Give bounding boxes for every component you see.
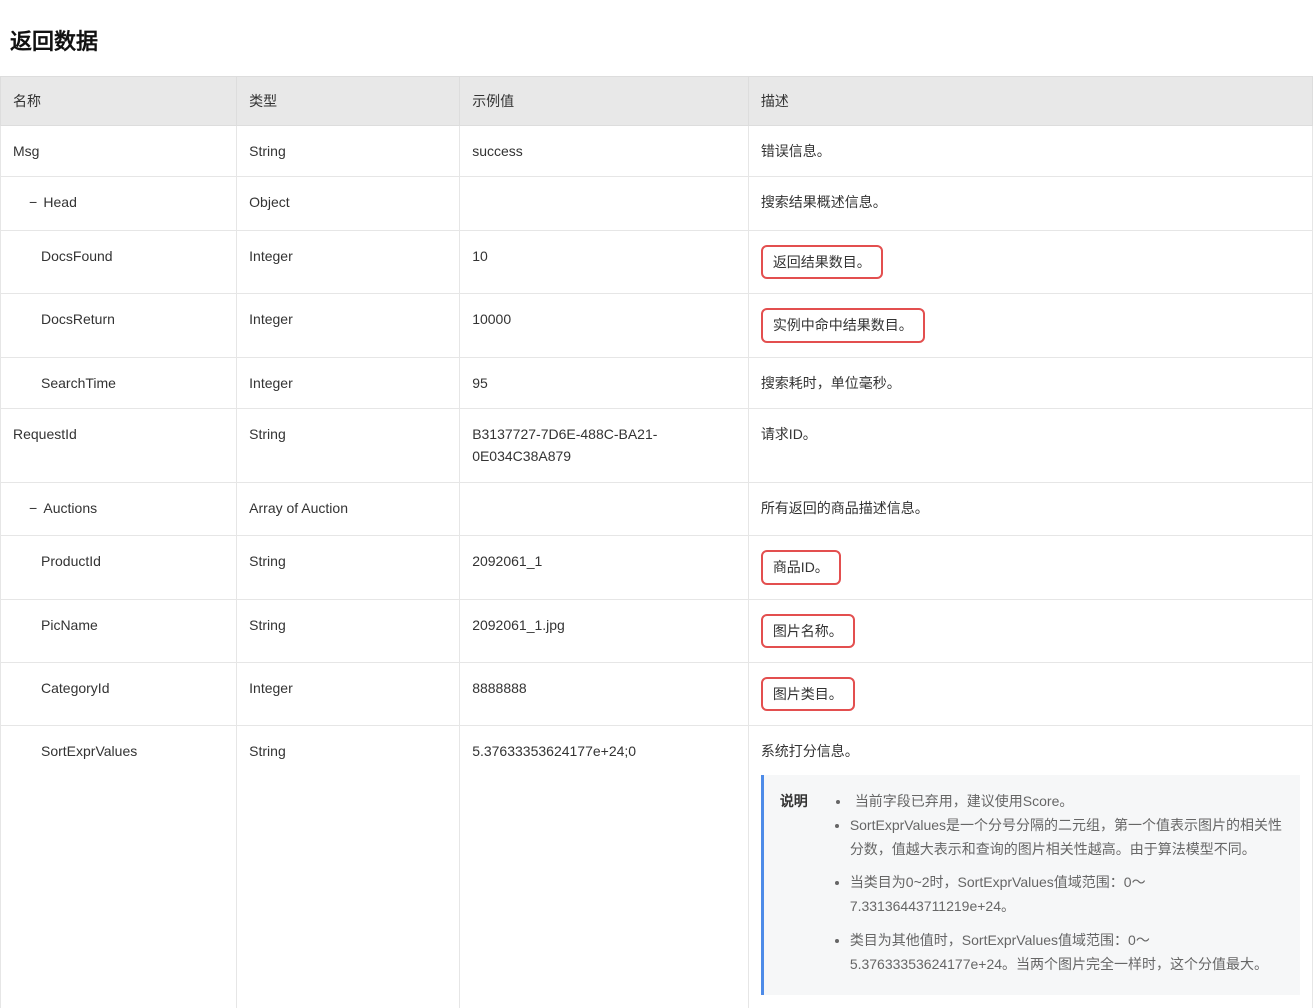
cell-name: SearchTime [1, 357, 237, 408]
row-requestid: RequestId String B3137727-7D6E-488C-BA21… [1, 408, 1313, 482]
cell-example [460, 177, 749, 230]
cell-type: String [237, 536, 460, 599]
cell-name: −Auctions [1, 482, 237, 535]
th-desc: 描述 [748, 77, 1312, 126]
cell-name: RequestId [1, 408, 237, 482]
note-bullet: 当类目为0~2时，SortExprValues值域范围：0～7.33136443… [850, 871, 1284, 919]
note-box: 说明 当前字段已弃用，建议使用Score。 SortExprValues是一个分… [761, 775, 1300, 995]
row-picname: PicName String 2092061_1.jpg 图片名称。 [1, 599, 1313, 662]
row-msg: Msg String success 错误信息。 [1, 126, 1313, 177]
note-bullet: 类目为其他值时，SortExprValues值域范围：0～5.376333536… [850, 929, 1284, 977]
th-example: 示例值 [460, 77, 749, 126]
row-head: −Head Object 搜索结果概述信息。 [1, 177, 1313, 230]
cell-example: 2092061_1 [460, 536, 749, 599]
cell-desc: 图片名称。 [748, 599, 1312, 662]
cell-example: success [460, 126, 749, 177]
cell-desc: 错误信息。 [748, 126, 1312, 177]
cell-desc: 搜索结果概述信息。 [748, 177, 1312, 230]
th-name: 名称 [1, 77, 237, 126]
return-data-table: 名称 类型 示例值 描述 Msg String success 错误信息。 −H… [0, 76, 1313, 1008]
note-label: 说明 [780, 789, 808, 814]
cell-name: CategoryId [1, 662, 237, 725]
cell-desc: 商品ID。 [748, 536, 1312, 599]
cell-type: String [237, 599, 460, 662]
cell-example: 5.37633353624177e+24;0 [460, 726, 749, 1008]
cell-example: 10000 [460, 294, 749, 357]
cell-desc: 实例中命中结果数目。 [748, 294, 1312, 357]
cell-name: DocsReturn [1, 294, 237, 357]
row-categoryid: CategoryId Integer 8888888 图片类目。 [1, 662, 1313, 725]
cell-name: −Head [1, 177, 237, 230]
row-docsfound: DocsFound Integer 10 返回结果数目。 [1, 230, 1313, 293]
cell-type: Array of Auction [237, 482, 460, 535]
cell-desc: 所有返回的商品描述信息。 [748, 482, 1312, 535]
collapse-icon[interactable]: − [29, 193, 37, 215]
cell-name: Msg [1, 126, 237, 177]
collapse-icon[interactable]: − [29, 499, 37, 521]
cell-name: SortExprValues [1, 726, 237, 1008]
cell-type: Integer [237, 294, 460, 357]
cell-example: 2092061_1.jpg [460, 599, 749, 662]
row-sortexprvalues: SortExprValues String 5.37633353624177e+… [1, 726, 1313, 1008]
row-docsreturn: DocsReturn Integer 10000 实例中命中结果数目。 [1, 294, 1313, 357]
highlight-annotation: 返回结果数目。 [761, 245, 883, 279]
row-searchtime: SearchTime Integer 95 搜索耗时，单位毫秒。 [1, 357, 1313, 408]
cell-type: String [237, 126, 460, 177]
note-bullet: SortExprValues是一个分号分隔的二元组，第一个值表示图片的相关性分数… [850, 814, 1284, 862]
th-type: 类型 [237, 77, 460, 126]
cell-desc: 搜索耗时，单位毫秒。 [748, 357, 1312, 408]
highlight-annotation: 图片名称。 [761, 614, 855, 648]
row-productid: ProductId String 2092061_1 商品ID。 [1, 536, 1313, 599]
cell-name: DocsFound [1, 230, 237, 293]
row-auctions: −Auctions Array of Auction 所有返回的商品描述信息。 [1, 482, 1313, 535]
cell-name: ProductId [1, 536, 237, 599]
cell-type: Integer [237, 230, 460, 293]
cell-name: PicName [1, 599, 237, 662]
note-bullet: 当前字段已弃用，建议使用Score。 [836, 789, 1074, 814]
cell-type: String [237, 408, 460, 482]
cell-example: 10 [460, 230, 749, 293]
highlight-annotation: 商品ID。 [761, 550, 841, 584]
cell-desc: 图片类目。 [748, 662, 1312, 725]
highlight-annotation: 实例中命中结果数目。 [761, 308, 925, 342]
desc-lead: 系统打分信息。 [761, 740, 1300, 762]
cell-desc: 返回结果数目。 [748, 230, 1312, 293]
cell-name-text: Auctions [43, 500, 97, 516]
section-title: 返回数据 [10, 24, 1313, 56]
cell-example: 95 [460, 357, 749, 408]
note-list: SortExprValues是一个分号分隔的二元组，第一个值表示图片的相关性分数… [850, 814, 1284, 977]
cell-example [460, 482, 749, 535]
highlight-annotation: 图片类目。 [761, 677, 855, 711]
table-header-row: 名称 类型 示例值 描述 [1, 77, 1313, 126]
cell-desc: 系统打分信息。 说明 当前字段已弃用，建议使用Score。 SortExprVa… [748, 726, 1312, 1008]
cell-example: 8888888 [460, 662, 749, 725]
cell-type: String [237, 726, 460, 1008]
cell-desc: 请求ID。 [748, 408, 1312, 482]
cell-name-text: Head [43, 194, 76, 210]
cell-type: Integer [237, 357, 460, 408]
cell-type: Object [237, 177, 460, 230]
cell-example: B3137727-7D6E-488C-BA21-0E034C38A879 [460, 408, 749, 482]
cell-type: Integer [237, 662, 460, 725]
